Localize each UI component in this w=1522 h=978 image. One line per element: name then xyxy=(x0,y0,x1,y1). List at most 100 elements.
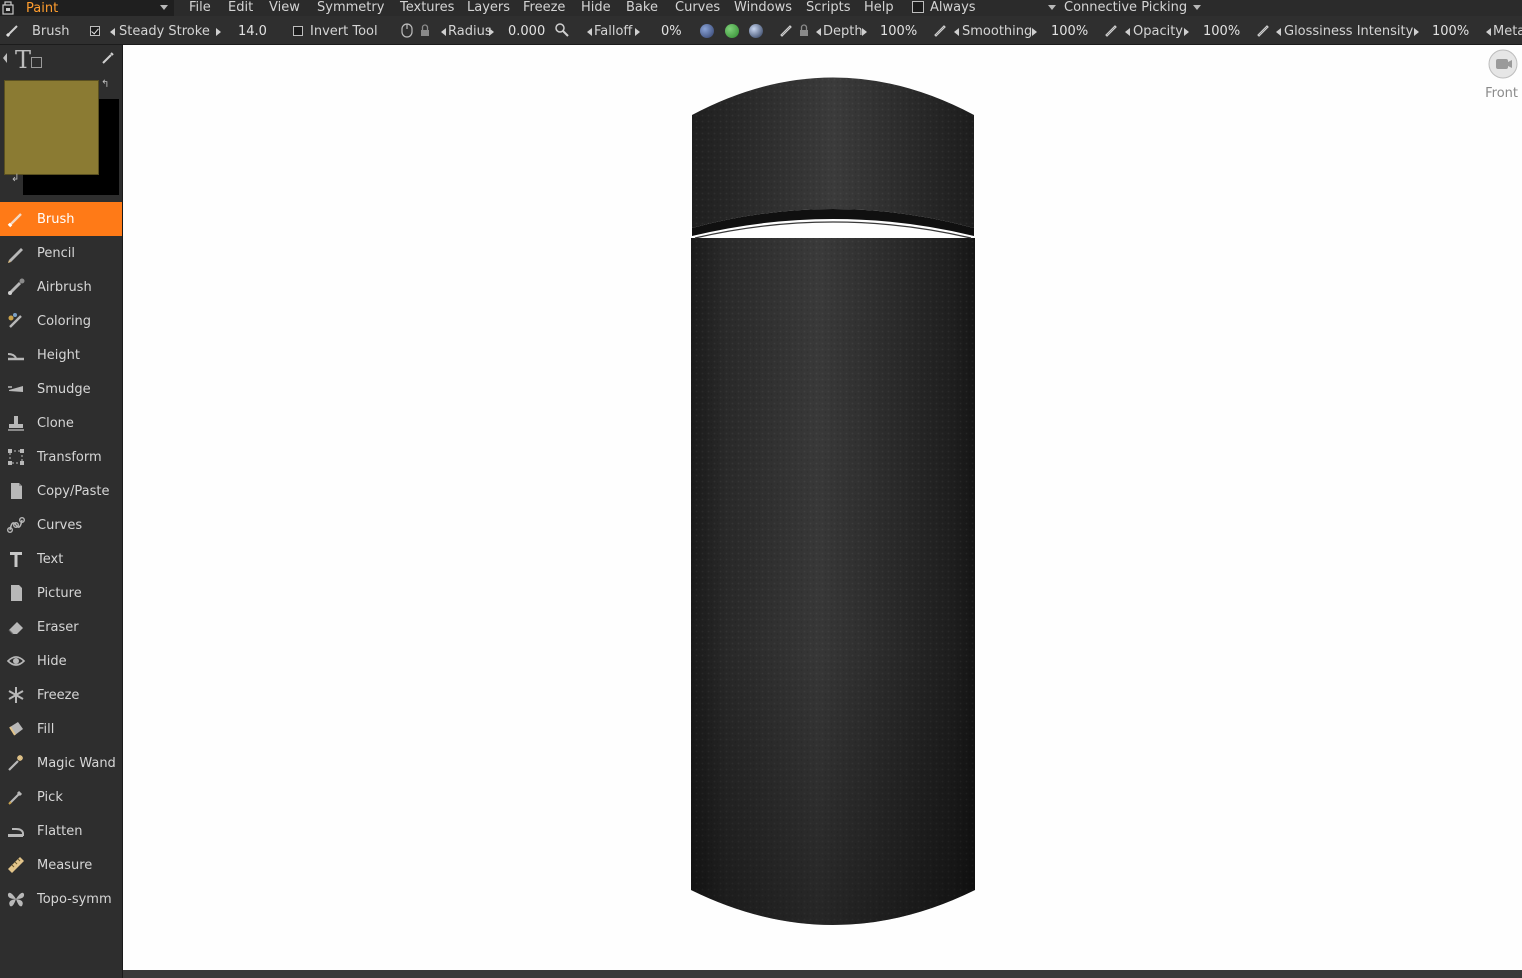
camera-icon[interactable] xyxy=(1488,49,1518,79)
steady-stroke-value[interactable]: 14.0 xyxy=(238,16,267,44)
menu-freeze[interactable]: Freeze xyxy=(523,0,565,16)
opacity-decrease[interactable] xyxy=(1125,28,1130,36)
reset-colors-icon[interactable]: ↲ xyxy=(11,173,19,184)
steady-stroke-decrease[interactable] xyxy=(110,28,115,36)
radius-increase[interactable] xyxy=(489,28,494,36)
glossiness-increase[interactable] xyxy=(1414,28,1419,36)
tool-topo-symm[interactable]: Topo-symm xyxy=(0,882,122,916)
lock-icon[interactable] xyxy=(796,22,812,38)
picking-dropdown-arrow[interactable] xyxy=(1193,5,1201,10)
invert-tool-checkbox[interactable] xyxy=(293,26,303,36)
tool-airbrush[interactable]: Airbrush xyxy=(0,270,122,304)
depth-increase[interactable] xyxy=(862,28,867,36)
smoothing-decrease[interactable] xyxy=(954,28,959,36)
tool-freeze[interactable]: Freeze xyxy=(0,678,122,712)
glossiness-value[interactable]: 100% xyxy=(1432,16,1469,44)
falloff-decrease[interactable] xyxy=(587,28,592,36)
menu-textures[interactable]: Textures xyxy=(400,0,454,16)
tool-measure[interactable]: Measure xyxy=(0,848,122,882)
menu-help[interactable]: Help xyxy=(864,0,894,16)
tools-panel: T ↰ ↲ Brush Pencil Airbrush Coloring Hei… xyxy=(0,45,123,978)
menu-curves[interactable]: Curves xyxy=(675,0,720,16)
tool-label: Curves xyxy=(37,517,83,533)
eyedropper-icon[interactable] xyxy=(101,51,115,69)
tool-pencil[interactable]: Pencil xyxy=(0,236,122,270)
text-t-icon[interactable]: T xyxy=(15,46,31,74)
menu-hide[interactable]: Hide xyxy=(581,0,611,16)
color-preview-icon[interactable] xyxy=(725,24,739,38)
tool-label: Coloring xyxy=(37,313,92,329)
room-selector[interactable]: Paint xyxy=(0,0,174,16)
menu-view[interactable]: View xyxy=(269,0,300,16)
tool-text[interactable]: Text xyxy=(0,542,122,576)
menu-bake[interactable]: Bake xyxy=(626,0,658,16)
tool-copy-paste[interactable]: Copy/Paste xyxy=(0,474,122,508)
tool-pick[interactable]: Pick xyxy=(0,780,122,814)
invert-tool-label: Invert Tool xyxy=(310,24,378,39)
tool-label: Freeze xyxy=(37,687,80,703)
steady-stroke-increase[interactable] xyxy=(216,28,221,36)
tool-label: Clone xyxy=(37,415,74,431)
opacity-increase[interactable] xyxy=(1184,28,1189,36)
magic-wand-icon xyxy=(5,752,27,774)
falloff-curve-icon[interactable] xyxy=(554,22,570,38)
menu-layers[interactable]: Layers xyxy=(467,0,510,16)
opacity-label: Opacity xyxy=(1133,24,1184,39)
radius-label: Radius xyxy=(448,24,492,39)
menu-windows[interactable]: Windows xyxy=(734,0,792,16)
tool-height[interactable]: Height xyxy=(0,338,122,372)
steady-stroke-checkbox[interactable] xyxy=(90,26,100,36)
swap-colors-icon[interactable]: ↰ xyxy=(101,79,109,90)
falloff-value[interactable]: 0% xyxy=(661,16,682,44)
material-preview-icon[interactable] xyxy=(700,24,714,38)
tool-clone[interactable]: Clone xyxy=(0,406,122,440)
tool-flatten[interactable]: Flatten xyxy=(0,814,122,848)
pencil-icon[interactable] xyxy=(932,22,948,38)
tool-label: Airbrush xyxy=(37,279,92,295)
menu-symmetry[interactable]: Symmetry xyxy=(317,0,384,16)
opacity-value[interactable]: 100% xyxy=(1203,16,1240,44)
lock-icon[interactable] xyxy=(417,22,433,38)
menu-file[interactable]: File xyxy=(189,0,211,16)
falloff-increase[interactable] xyxy=(635,28,640,36)
collapse-left-icon[interactable] xyxy=(3,53,7,63)
meta-decrease[interactable] xyxy=(1486,28,1491,36)
eraser-icon xyxy=(5,616,27,638)
glossiness-decrease[interactable] xyxy=(1276,28,1281,36)
pencil-icon[interactable] xyxy=(1103,22,1119,38)
fill-bucket-icon xyxy=(5,718,27,740)
always-checkbox[interactable] xyxy=(912,1,924,13)
copy-paste-icon xyxy=(5,480,27,502)
depth-value[interactable]: 100% xyxy=(880,16,917,44)
depth-label: Depth xyxy=(823,24,863,39)
radius-decrease[interactable] xyxy=(441,28,446,36)
connective-picking-label[interactable]: Connective Picking xyxy=(1064,0,1187,15)
tool-hide[interactable]: Hide xyxy=(0,644,122,678)
tool-label: Brush xyxy=(37,211,75,227)
menu-scripts[interactable]: Scripts xyxy=(806,0,850,16)
smoothing-increase[interactable] xyxy=(1032,28,1037,36)
depth-decrease[interactable] xyxy=(816,28,821,36)
tool-picture[interactable]: Picture xyxy=(0,576,122,610)
tool-brush[interactable]: Brush xyxy=(0,202,122,236)
3d-viewport[interactable]: Front xyxy=(123,45,1522,970)
transform-icon xyxy=(5,446,27,468)
tool-fill[interactable]: Fill xyxy=(0,712,122,746)
always-dropdown-arrow[interactable] xyxy=(1048,5,1056,10)
tool-transform[interactable]: Transform xyxy=(0,440,122,474)
tool-coloring[interactable]: Coloring xyxy=(0,304,122,338)
snowflake-icon xyxy=(5,684,27,706)
pencil-icon[interactable] xyxy=(778,22,794,38)
primary-color-swatch[interactable] xyxy=(4,80,99,175)
tool-curves[interactable]: Curves xyxy=(0,508,122,542)
menu-edit[interactable]: Edit xyxy=(228,0,253,16)
radius-value[interactable]: 0.000 xyxy=(508,16,545,44)
smoothing-value[interactable]: 100% xyxy=(1051,16,1088,44)
smoothing-label: Smoothing xyxy=(962,24,1033,39)
cylinder-model[interactable] xyxy=(683,60,983,940)
pencil-icon[interactable] xyxy=(1255,22,1271,38)
tool-magic-wand[interactable]: Magic Wand xyxy=(0,746,122,780)
tool-smudge[interactable]: Smudge xyxy=(0,372,122,406)
tool-eraser[interactable]: Eraser xyxy=(0,610,122,644)
gloss-preview-icon[interactable] xyxy=(749,24,763,38)
